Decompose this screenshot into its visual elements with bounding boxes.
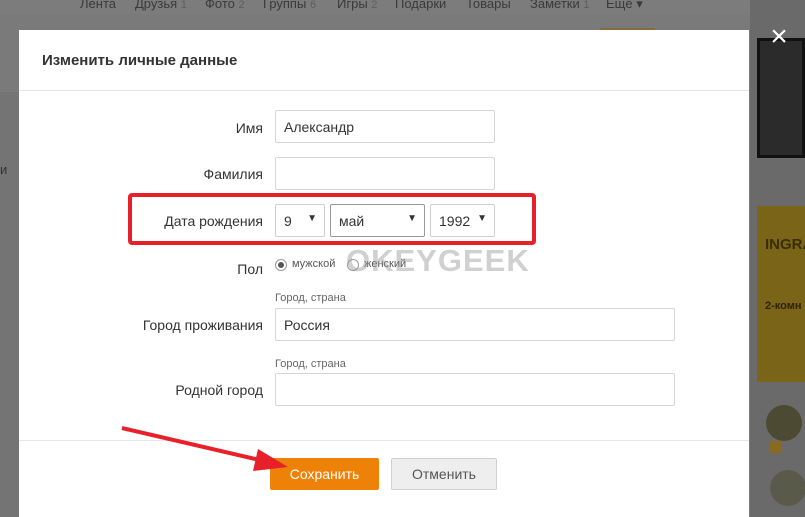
- left-panel: [0, 92, 20, 517]
- first-name-label: Имя: [235, 120, 263, 136]
- top-navigation: Лента Друзья 1 Фото 2 Группы 6 Игры 2 По…: [0, 0, 760, 14]
- right-banner: [757, 38, 805, 158]
- nav-item-more: Ещё ▾: [606, 0, 643, 11]
- nav-item-friends: Друзья 1: [135, 0, 187, 11]
- gender-label: Пол: [237, 261, 263, 277]
- gender-male-radio[interactable]: [275, 259, 287, 271]
- gender-male-label[interactable]: мужской: [292, 258, 335, 270]
- watermark: OKEYGEEK: [346, 243, 530, 278]
- last-name-input[interactable]: [275, 157, 495, 190]
- nav-item-photos: Фото 2: [205, 0, 245, 11]
- birth-date-label: Дата рождения: [164, 213, 263, 229]
- birth-month-value: май: [339, 213, 365, 229]
- dialog-title: Изменить личные данные: [42, 52, 238, 69]
- avatar: [766, 405, 802, 441]
- dialog-header: Изменить личные данные: [19, 30, 749, 91]
- badge-icon: [770, 441, 782, 453]
- nav-item-gifts: Подарки: [395, 0, 447, 11]
- hometown-label: Родной город: [175, 382, 263, 398]
- nav-item-groups: Группы 6: [263, 0, 317, 11]
- cancel-button[interactable]: Отменить: [391, 458, 497, 490]
- birth-day-value: 9: [284, 213, 292, 229]
- nav-item-feed: Лента: [80, 0, 116, 11]
- birth-month-select[interactable]: май ▼: [330, 204, 425, 237]
- left-panel-text: и: [0, 162, 8, 177]
- dropdown-arrow-icon: ▼: [307, 213, 317, 224]
- hometown-input[interactable]: [275, 373, 675, 406]
- advertisement: INGRA 2-комн: [757, 206, 805, 382]
- edit-personal-data-dialog: Изменить личные данные Имя Фамилия Дата …: [19, 30, 749, 517]
- first-name-input[interactable]: [275, 110, 495, 143]
- city-hint: Город, страна: [275, 292, 346, 304]
- nav-item-goods: Товары: [466, 0, 511, 11]
- ad-subtitle: 2-комн: [765, 300, 802, 312]
- close-icon[interactable]: ×: [766, 22, 792, 52]
- dropdown-arrow-icon: ▼: [477, 213, 487, 224]
- dropdown-arrow-icon: ▼: [407, 213, 417, 224]
- nav-item-notes: Заметки 1: [530, 0, 590, 11]
- birth-day-select[interactable]: 9 ▼: [275, 204, 325, 237]
- birth-year-select[interactable]: 1992 ▼: [430, 204, 495, 237]
- hometown-hint: Город, страна: [275, 358, 346, 370]
- city-input[interactable]: [275, 308, 675, 341]
- dialog-footer: [19, 440, 749, 517]
- ad-title: INGRA: [765, 236, 805, 253]
- avatar: [770, 470, 805, 506]
- city-label: Город проживания: [142, 317, 263, 333]
- nav-item-games: Игры 2: [337, 0, 378, 11]
- birth-year-value: 1992: [439, 213, 471, 229]
- last-name-label: Фамилия: [203, 166, 263, 182]
- save-button[interactable]: Сохранить: [270, 458, 379, 490]
